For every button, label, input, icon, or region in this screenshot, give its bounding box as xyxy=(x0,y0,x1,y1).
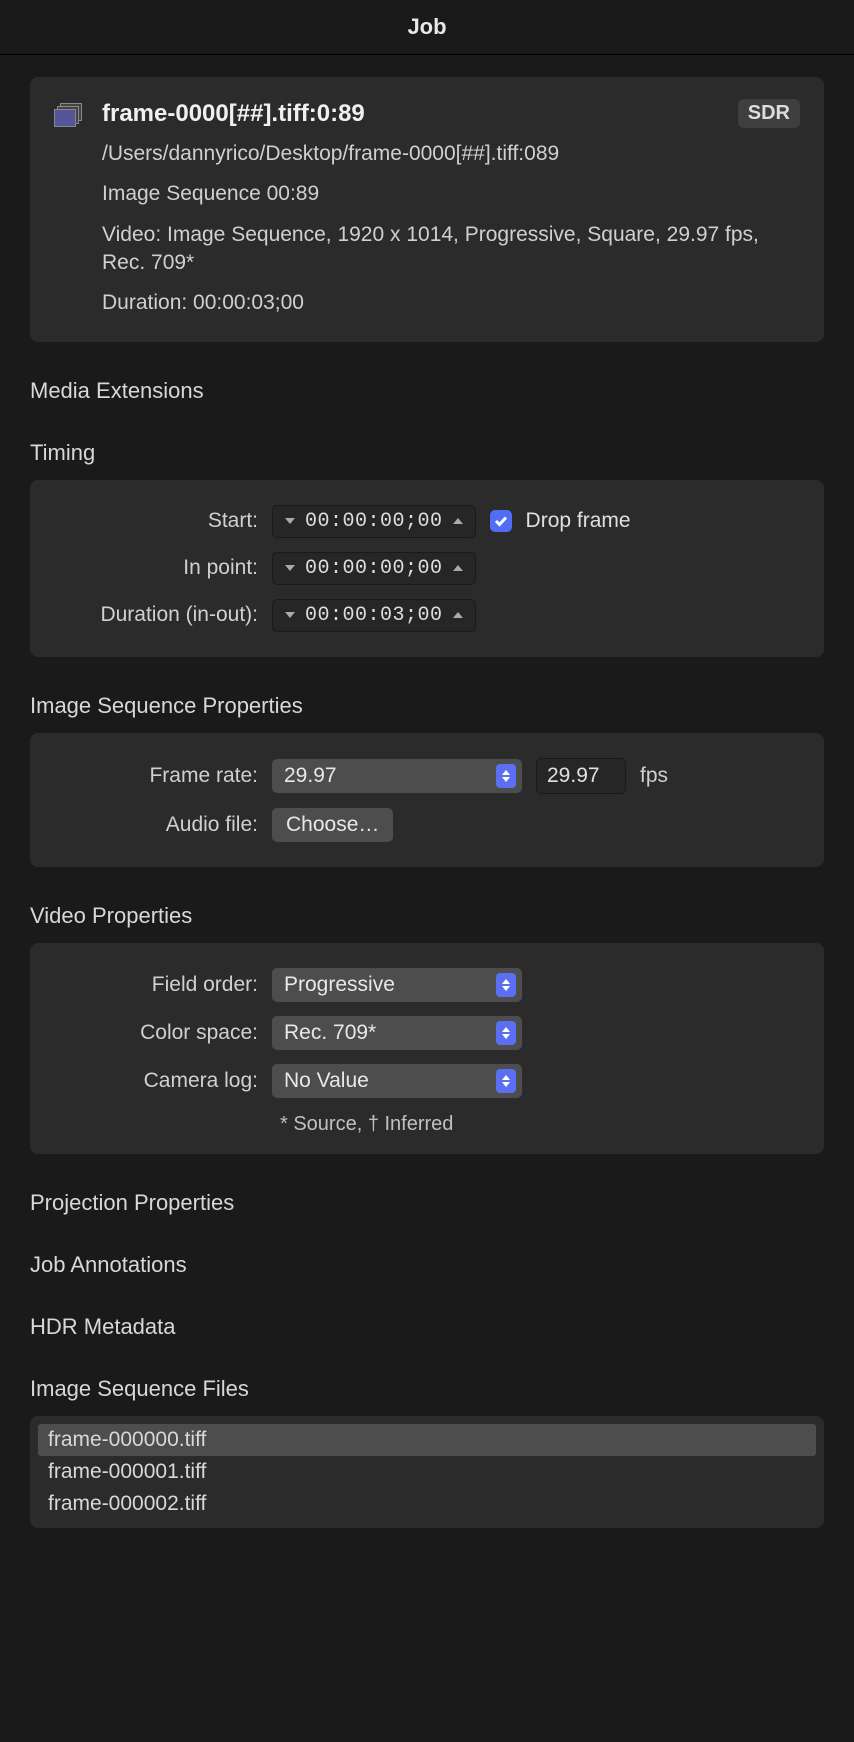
job-title: frame-0000[##].tiff:0:89 xyxy=(102,100,365,128)
job-summary-card: frame-0000[##].tiff:0:89 SDR /Users/dann… xyxy=(30,77,824,342)
start-value[interactable]: 00:00:00;00 xyxy=(299,510,449,533)
start-timecode[interactable]: 00:00:00;00 xyxy=(272,505,476,538)
timing-header[interactable]: Timing xyxy=(30,440,824,466)
chevron-down-icon[interactable] xyxy=(281,512,299,530)
timing-section: Start: 00:00:00;00 Drop frame In point: … xyxy=(30,480,824,657)
projection-properties-header[interactable]: Projection Properties xyxy=(30,1190,824,1216)
video-properties-section: Field order: Progressive Color space: Re… xyxy=(30,943,824,1154)
fps-unit: fps xyxy=(640,764,668,788)
in-point-timecode[interactable]: 00:00:00;00 xyxy=(272,552,476,585)
media-extensions-header[interactable]: Media Extensions xyxy=(30,378,824,404)
job-duration: Duration: 00:00:03;00 xyxy=(102,289,800,317)
updown-stepper-icon[interactable] xyxy=(496,1069,516,1093)
field-order-label: Field order: xyxy=(48,973,258,997)
frame-rate-label: Frame rate: xyxy=(48,764,258,788)
image-sequence-files-header[interactable]: Image Sequence Files xyxy=(30,1376,824,1402)
color-space-label: Color space: xyxy=(48,1021,258,1045)
image-sequence-properties-section: Frame rate: 29.97 fps Audio file: Choose… xyxy=(30,733,824,867)
drop-frame-checkbox[interactable] xyxy=(490,510,512,532)
chevron-up-icon[interactable] xyxy=(449,606,467,624)
hdr-metadata-header[interactable]: HDR Metadata xyxy=(30,1314,824,1340)
chevron-up-icon[interactable] xyxy=(449,512,467,530)
image-sequence-properties-header[interactable]: Image Sequence Properties xyxy=(30,693,824,719)
sdr-badge: SDR xyxy=(738,99,800,128)
updown-stepper-icon[interactable] xyxy=(496,973,516,997)
chevron-down-icon[interactable] xyxy=(281,559,299,577)
field-order-select[interactable]: Progressive xyxy=(272,968,522,1002)
duration-timecode[interactable]: 00:00:03;00 xyxy=(272,599,476,632)
color-space-value: Rec. 709* xyxy=(284,1021,376,1045)
frame-rate-input[interactable] xyxy=(536,758,626,794)
choose-audio-button[interactable]: Choose… xyxy=(272,808,393,842)
job-annotations-header[interactable]: Job Annotations xyxy=(30,1252,824,1278)
frame-rate-select[interactable]: 29.97 xyxy=(272,759,522,793)
image-sequence-icon xyxy=(54,103,84,129)
panel-title: Job xyxy=(0,0,854,55)
chevron-up-icon[interactable] xyxy=(449,559,467,577)
duration-value[interactable]: 00:00:03;00 xyxy=(299,604,449,627)
updown-stepper-icon[interactable] xyxy=(496,1021,516,1045)
updown-stepper-icon[interactable] xyxy=(496,764,516,788)
video-props-footnote: * Source, † Inferred xyxy=(280,1113,806,1136)
list-item[interactable]: frame-000000.tiff xyxy=(38,1424,816,1456)
in-point-value[interactable]: 00:00:00;00 xyxy=(299,557,449,580)
job-sequence: Image Sequence 00:89 xyxy=(102,180,800,208)
camera-log-label: Camera log: xyxy=(48,1069,258,1093)
video-properties-header[interactable]: Video Properties xyxy=(30,903,824,929)
job-video-info: Video: Image Sequence, 1920 x 1014, Prog… xyxy=(102,221,800,278)
image-sequence-files-list[interactable]: frame-000000.tiff frame-000001.tiff fram… xyxy=(30,1416,824,1528)
in-point-label: In point: xyxy=(48,556,258,580)
list-item[interactable]: frame-000001.tiff xyxy=(38,1456,816,1488)
audio-file-label: Audio file: xyxy=(48,813,258,837)
list-item[interactable]: frame-000002.tiff xyxy=(38,1488,816,1520)
job-path: /Users/dannyrico/Desktop/frame-0000[##].… xyxy=(102,140,800,168)
duration-label: Duration (in-out): xyxy=(48,603,258,627)
drop-frame-label: Drop frame xyxy=(526,509,631,533)
field-order-value: Progressive xyxy=(284,973,395,997)
camera-log-value: No Value xyxy=(284,1069,369,1093)
frame-rate-select-value: 29.97 xyxy=(284,764,337,788)
color-space-select[interactable]: Rec. 709* xyxy=(272,1016,522,1050)
chevron-down-icon[interactable] xyxy=(281,606,299,624)
camera-log-select[interactable]: No Value xyxy=(272,1064,522,1098)
start-label: Start: xyxy=(48,509,258,533)
